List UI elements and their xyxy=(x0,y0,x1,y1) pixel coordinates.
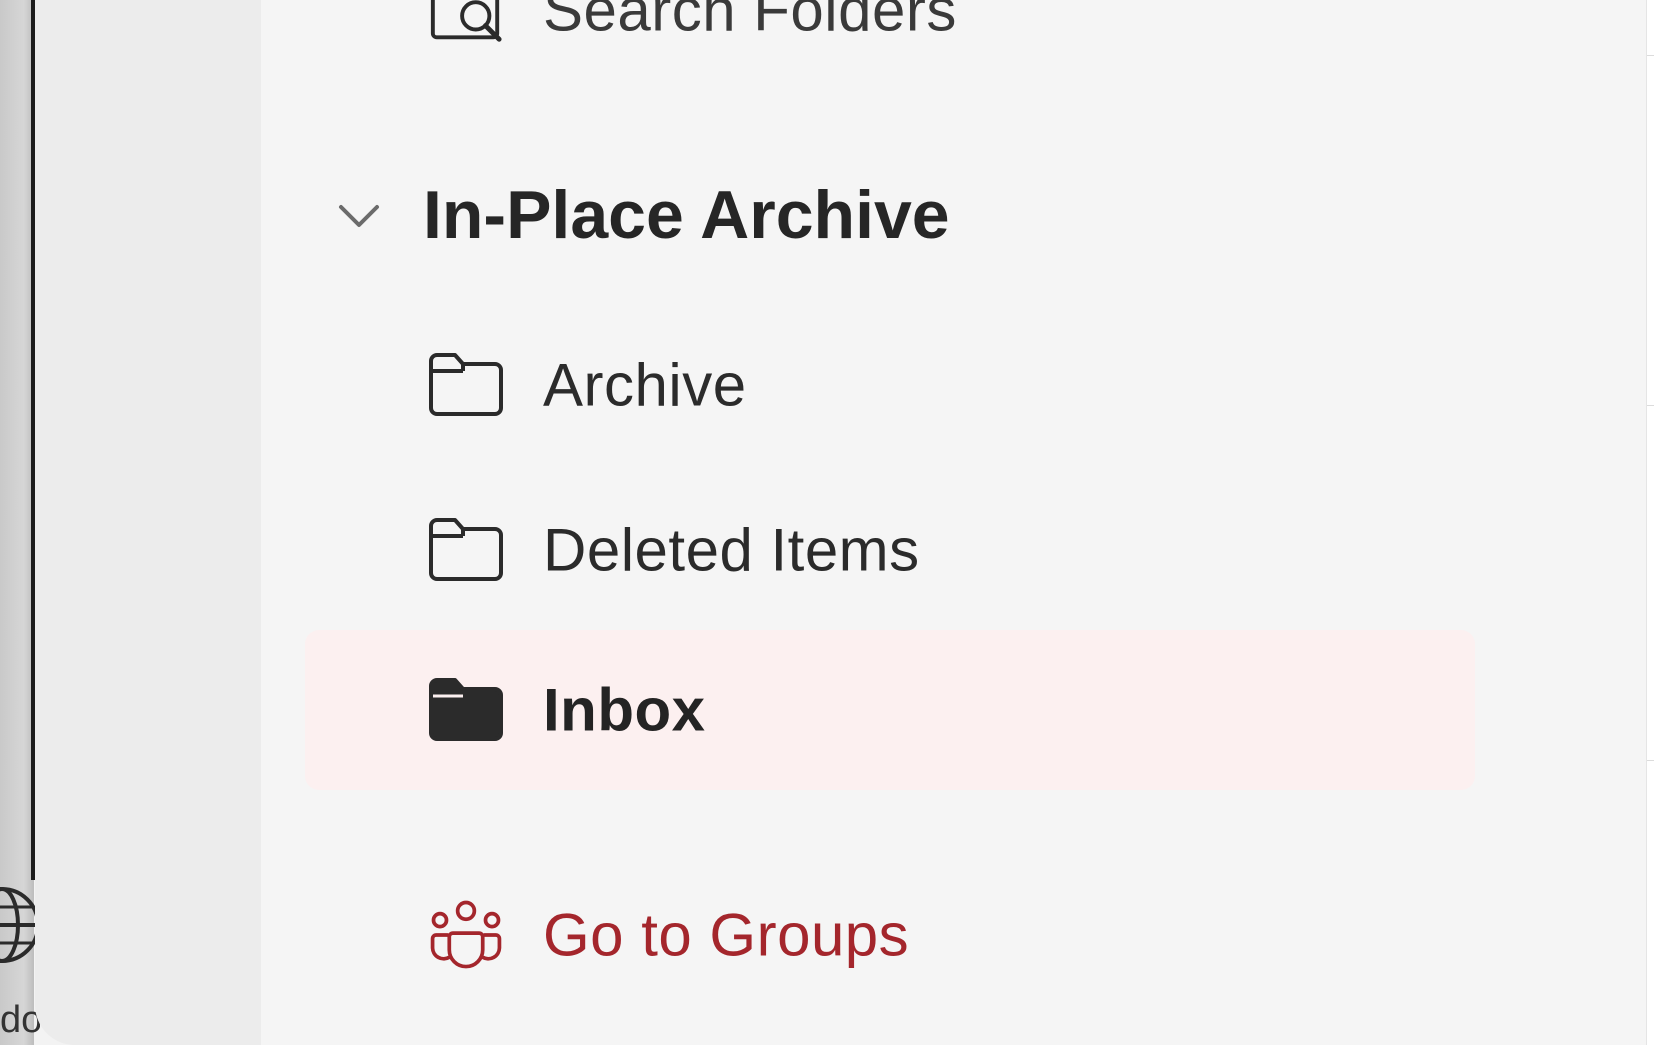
folder-item-inbox[interactable]: Inbox xyxy=(305,630,1475,790)
folder-icon xyxy=(427,349,505,421)
folder-filled-icon xyxy=(427,674,505,746)
folder-item-deleted-items[interactable]: Deleted Items xyxy=(305,470,1475,630)
message-list-edge xyxy=(1646,0,1654,1045)
section-title: In-Place Archive xyxy=(423,177,950,253)
folder-item-archive[interactable]: Archive xyxy=(305,305,1475,465)
divider xyxy=(1647,405,1654,406)
search-folder-icon xyxy=(427,0,505,46)
folder-item-label: Search Folders xyxy=(543,0,957,44)
go-to-groups-label: Go to Groups xyxy=(543,901,910,969)
folder-item-label: Archive xyxy=(543,351,747,419)
folder-icon xyxy=(427,514,505,586)
divider xyxy=(1647,55,1654,56)
go-to-groups-link[interactable]: Go to Groups xyxy=(305,855,1475,1015)
folder-item-label: Deleted Items xyxy=(543,516,920,584)
folder-item-search-folders[interactable]: Search Folders xyxy=(305,0,1475,90)
chevron-down-icon[interactable] xyxy=(335,191,383,239)
screen: do Search Folders In-Place Archive Archi… xyxy=(0,0,1654,1045)
section-header-in-place-archive[interactable]: In-Place Archive xyxy=(305,135,1205,295)
globe-icon[interactable] xyxy=(0,880,40,970)
folder-item-label: Inbox xyxy=(543,676,706,744)
app-rail xyxy=(35,0,261,1045)
divider xyxy=(1647,760,1654,761)
people-group-icon xyxy=(427,899,505,971)
desktop-corner-text: do xyxy=(0,999,40,1041)
